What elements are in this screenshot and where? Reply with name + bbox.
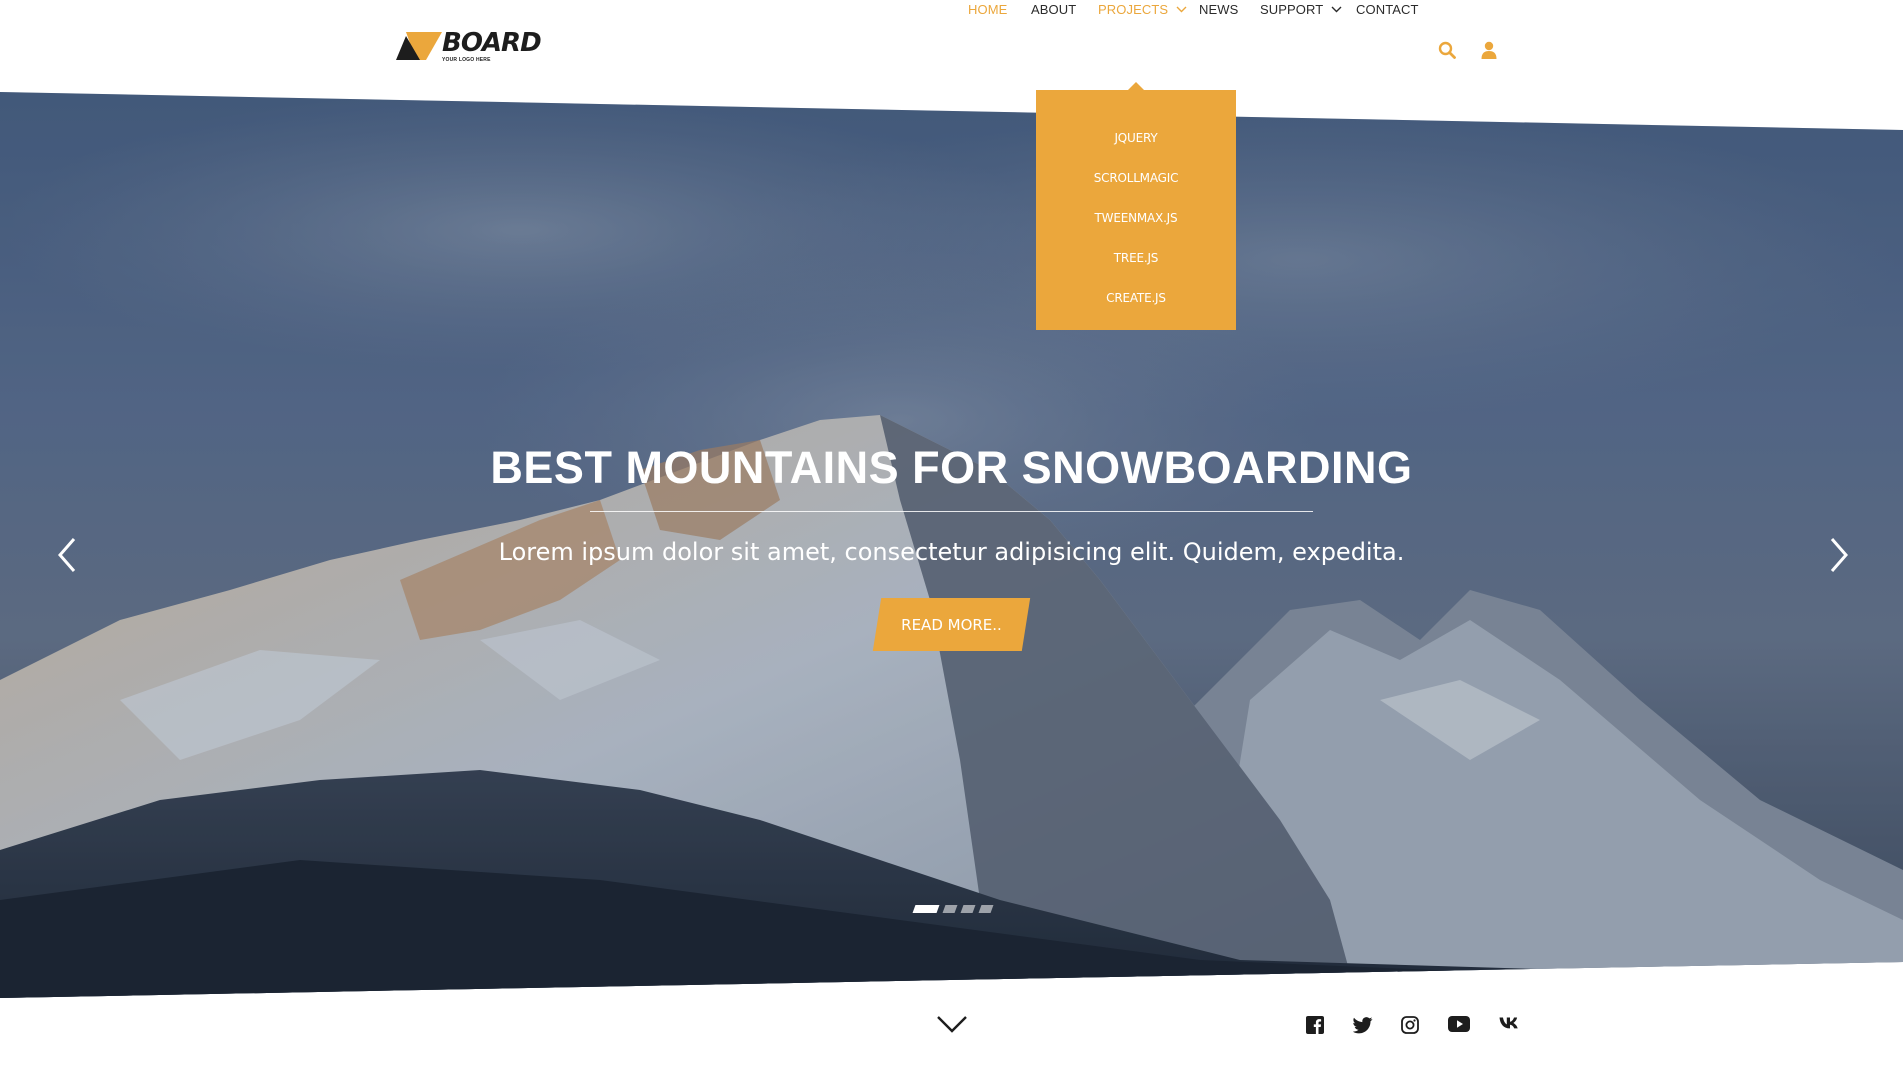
dropdown-item-jquery[interactable]: JQUERY <box>1036 118 1236 158</box>
logo-mark-icon <box>396 32 442 60</box>
twitter-icon <box>1352 1017 1373 1034</box>
dropdown-item-tweenmax[interactable]: TWEENMAX.JS <box>1036 198 1236 238</box>
twitter-link[interactable] <box>1352 1016 1375 1036</box>
nav-item-about[interactable]: ABOUT <box>1031 0 1076 20</box>
prev-slide-button[interactable] <box>52 535 82 575</box>
instagram-icon <box>1401 1016 1419 1034</box>
dropdown-caret <box>1128 82 1144 90</box>
read-more-label: READ MORE.. <box>901 615 1002 634</box>
nav-contact-label: CONTACT <box>1356 2 1419 17</box>
slide-dot-1[interactable] <box>912 905 940 913</box>
youtube-icon <box>1448 1016 1470 1032</box>
nav-home-label: HOME <box>968 2 1008 17</box>
instagram-link[interactable] <box>1401 1016 1423 1036</box>
slide-dot-4[interactable] <box>978 905 994 913</box>
scroll-down-button[interactable] <box>936 1013 968 1035</box>
chevron-down-icon <box>1176 6 1187 13</box>
nav-item-support[interactable]: SUPPORT <box>1260 0 1342 20</box>
dropdown-item-scrollmagic[interactable]: SCROLLMAGIC <box>1036 158 1236 198</box>
logo-tagline: YOUR LOGO HERE <box>442 57 491 63</box>
search-icon <box>1438 41 1456 59</box>
hero-divider <box>590 511 1313 512</box>
slide-dot-3[interactable] <box>960 905 976 913</box>
user-icon <box>1481 41 1497 59</box>
search-button[interactable] <box>1438 41 1456 64</box>
chevron-right-icon <box>1830 538 1848 572</box>
hero-slider: BEST MOUNTAINS FOR SNOWBOARDING Lorem ip… <box>0 0 1903 1080</box>
logo-wordmark: BOARD <box>442 28 542 58</box>
chevron-down-icon <box>1331 6 1342 13</box>
hero-subtitle: Lorem ipsum dolor sit amet, consectetur … <box>498 538 1405 566</box>
slide-dot-2[interactable] <box>942 905 958 913</box>
site-logo[interactable]: BOARD YOUR LOGO HERE <box>396 28 542 66</box>
nav-item-projects[interactable]: PROJECTS <box>1098 0 1187 20</box>
facebook-icon <box>1306 1016 1324 1034</box>
nav-news-label: NEWS <box>1199 2 1239 17</box>
projects-dropdown-menu: JQUERY SCROLLMAGIC TWEENMAX.JS TREE.JS C… <box>1036 90 1236 330</box>
nav-item-home[interactable]: HOME <box>968 0 1007 20</box>
slider-pagination <box>912 905 994 913</box>
nav-item-contact[interactable]: CONTACT <box>1356 0 1419 20</box>
hero-title: BEST MOUNTAINS FOR SNOWBOARDING <box>490 442 1413 493</box>
vk-link[interactable] <box>1499 1016 1521 1036</box>
user-account-button[interactable] <box>1481 41 1497 64</box>
vk-icon <box>1499 1017 1518 1029</box>
nav-about-label: ABOUT <box>1031 2 1077 17</box>
chevron-down-icon <box>937 1016 967 1033</box>
nav-item-news[interactable]: NEWS <box>1199 0 1238 20</box>
dropdown-item-createjs[interactable]: CREATE.JS <box>1036 278 1236 318</box>
site-header: BOARD YOUR LOGO HERE HOME ABOUT PROJECTS… <box>0 0 1903 92</box>
youtube-link[interactable] <box>1448 1016 1470 1036</box>
facebook-link[interactable] <box>1306 1016 1328 1036</box>
nav-projects-label: PROJECTS <box>1098 2 1169 17</box>
chevron-left-icon <box>58 538 76 572</box>
read-more-button[interactable]: READ MORE.. <box>872 598 1031 651</box>
dropdown-item-treejs[interactable]: TREE.JS <box>1036 238 1236 278</box>
nav-support-label: SUPPORT <box>1260 2 1324 17</box>
next-slide-button[interactable] <box>1824 535 1854 575</box>
